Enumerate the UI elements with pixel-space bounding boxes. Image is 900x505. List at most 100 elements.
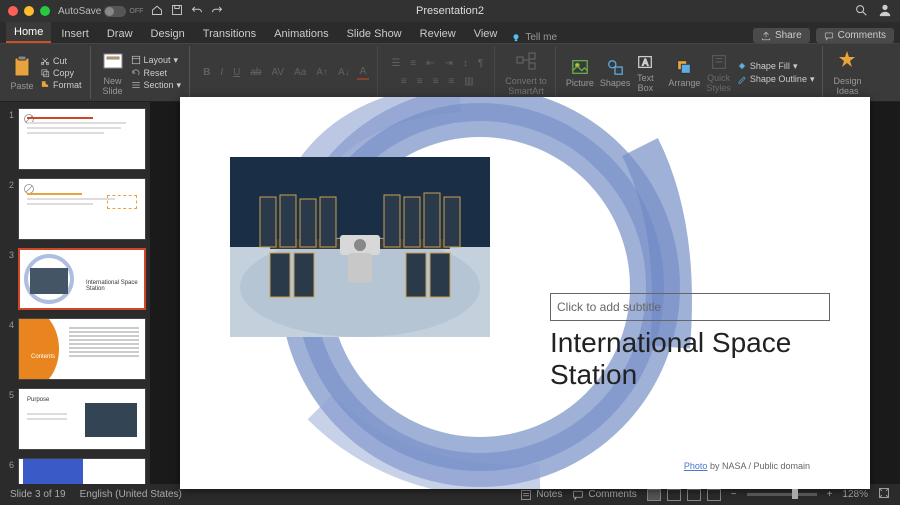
- paste-icon[interactable]: [10, 55, 34, 79]
- design-ideas-label: Design Ideas: [833, 76, 861, 96]
- new-slide-icon[interactable]: [101, 50, 125, 74]
- bucket-icon: [737, 61, 747, 71]
- home-icon[interactable]: [151, 4, 163, 19]
- strike-button[interactable]: ab: [247, 66, 264, 79]
- slide-canvas[interactable]: Click to add subtitle International Spac…: [180, 97, 870, 489]
- share-button[interactable]: Share: [753, 28, 810, 43]
- indent-icon[interactable]: ⇥: [442, 57, 456, 70]
- thumbnail-panel[interactable]: 1 2 3 International Space Station 4 Cont…: [0, 102, 150, 484]
- fit-to-window-icon[interactable]: [878, 487, 890, 502]
- arrange-icon[interactable]: [675, 58, 693, 76]
- columns-icon[interactable]: ▥: [461, 75, 476, 88]
- search-icon[interactable]: [854, 3, 868, 20]
- paragraph-group: ☰ ≡ ⇤ ⇥ ↕ ¶ ≡ ≡ ≡ ≡ ▥: [384, 46, 495, 99]
- language-status[interactable]: English (United States): [80, 489, 182, 500]
- share-icon: [761, 31, 771, 41]
- subtitle-placeholder[interactable]: Click to add subtitle: [550, 293, 830, 321]
- chevron-down-icon: ▾: [810, 74, 815, 85]
- zoom-level[interactable]: 128%: [842, 489, 868, 500]
- zoom-slider[interactable]: [747, 493, 817, 496]
- smartart-icon[interactable]: [514, 49, 538, 73]
- align-right-icon[interactable]: ≡: [430, 75, 442, 88]
- shapes-icon[interactable]: [606, 58, 624, 76]
- account-icon[interactable]: [878, 3, 892, 20]
- tab-home[interactable]: Home: [6, 22, 51, 43]
- credit-link[interactable]: Photo: [684, 461, 708, 471]
- slide-thumbnail[interactable]: [18, 458, 146, 484]
- comments-status-button[interactable]: Comments: [572, 489, 636, 501]
- thumb-number: 5: [4, 388, 14, 400]
- sorter-view-icon[interactable]: [667, 489, 681, 501]
- align-left-icon[interactable]: ≡: [398, 75, 410, 88]
- credit-text: by NASA / Public domain: [707, 461, 810, 471]
- comments-button[interactable]: Comments: [816, 28, 894, 43]
- slide-position[interactable]: Slide 3 of 19: [10, 489, 66, 500]
- line-spacing-icon[interactable]: ↕: [460, 57, 471, 70]
- italic-button[interactable]: I: [217, 66, 226, 79]
- notes-button[interactable]: Notes: [520, 489, 562, 501]
- autosave-label: AutoSave: [58, 6, 101, 17]
- quick-styles-icon[interactable]: [710, 53, 728, 71]
- save-icon[interactable]: [171, 4, 183, 19]
- textbox-icon[interactable]: A: [636, 53, 654, 71]
- slide-thumbnail[interactable]: Contents: [18, 318, 146, 380]
- tab-view[interactable]: View: [466, 24, 506, 43]
- char-spacing-button[interactable]: Aa: [291, 66, 309, 79]
- undo-icon[interactable]: [191, 4, 203, 19]
- slideshow-view-icon[interactable]: [707, 489, 721, 501]
- underline-button[interactable]: U: [230, 66, 243, 79]
- autosave-toggle[interactable]: AutoSave OFF: [58, 6, 143, 17]
- layout-button[interactable]: Layout▾: [131, 55, 182, 66]
- zoom-window-icon[interactable]: [40, 6, 50, 16]
- cut-button[interactable]: Cut: [40, 56, 82, 66]
- format-painter-button[interactable]: Format: [40, 80, 82, 90]
- font-color-button[interactable]: A: [357, 65, 370, 80]
- copy-button[interactable]: Copy: [40, 68, 82, 78]
- shape-outline-button[interactable]: Shape Outline▾: [737, 74, 815, 85]
- title-bar: AutoSave OFF Presentation2: [0, 0, 900, 22]
- normal-view-icon[interactable]: [647, 489, 661, 501]
- thumb-number: 6: [4, 458, 14, 470]
- minimize-window-icon[interactable]: [24, 6, 34, 16]
- slide-thumbnail[interactable]: [18, 108, 146, 170]
- slide-canvas-area[interactable]: Click to add subtitle International Spac…: [150, 102, 900, 484]
- section-button[interactable]: Section▾: [131, 80, 182, 91]
- text-direction-icon[interactable]: ¶: [475, 57, 486, 70]
- slide-thumbnail[interactable]: International Space Station: [18, 248, 146, 310]
- design-ideas-icon[interactable]: [835, 49, 859, 73]
- bold-button[interactable]: B: [200, 66, 213, 79]
- slide-image[interactable]: [230, 157, 490, 337]
- reset-button[interactable]: Reset: [131, 68, 182, 78]
- tab-insert[interactable]: Insert: [53, 24, 97, 43]
- slide-thumbnail[interactable]: Purpose: [18, 388, 146, 450]
- justify-icon[interactable]: ≡: [445, 75, 457, 88]
- tab-animations[interactable]: Animations: [266, 24, 336, 43]
- redo-icon[interactable]: [211, 4, 223, 19]
- zoom-out-button[interactable]: −: [731, 489, 737, 500]
- ribbon-tabs: Home Insert Draw Design Transitions Anim…: [0, 22, 900, 44]
- reading-view-icon[interactable]: [687, 489, 701, 501]
- picture-icon[interactable]: [571, 58, 589, 76]
- tab-draw[interactable]: Draw: [99, 24, 141, 43]
- numbering-icon[interactable]: ≡: [407, 57, 419, 70]
- slide-thumbnail[interactable]: [18, 178, 146, 240]
- close-window-icon[interactable]: [8, 6, 18, 16]
- tell-me-search[interactable]: Tell me: [511, 32, 557, 43]
- align-center-icon[interactable]: ≡: [414, 75, 426, 88]
- shape-fill-button[interactable]: Shape Fill▾: [737, 61, 815, 72]
- tab-design[interactable]: Design: [143, 24, 193, 43]
- view-buttons: [647, 489, 721, 501]
- scissors-icon: [40, 56, 50, 66]
- tab-transitions[interactable]: Transitions: [195, 24, 264, 43]
- font-size-up-button[interactable]: A↑: [313, 66, 331, 79]
- slide-title[interactable]: International Space Station: [550, 327, 830, 391]
- tab-review[interactable]: Review: [412, 24, 464, 43]
- outdent-icon[interactable]: ⇤: [423, 57, 437, 70]
- clear-format-button[interactable]: AV: [268, 66, 287, 79]
- font-group: B I U ab AV Aa A↑ A↓ A: [196, 46, 378, 99]
- zoom-in-button[interactable]: +: [827, 489, 833, 500]
- bullets-icon[interactable]: ☰: [388, 57, 403, 70]
- font-size-down-button[interactable]: A↓: [335, 66, 353, 79]
- tab-slideshow[interactable]: Slide Show: [339, 24, 410, 43]
- workspace: 1 2 3 International Space Station 4 Cont…: [0, 102, 900, 484]
